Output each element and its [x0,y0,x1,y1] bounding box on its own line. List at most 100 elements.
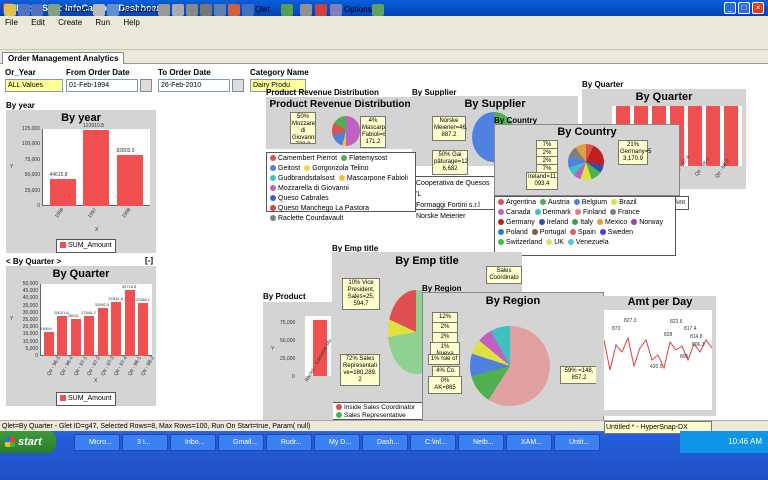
maximize-button[interactable]: □ [738,2,750,14]
menu-create[interactable]: Create [58,18,82,27]
legend-swatch [304,165,311,172]
taskbar-item[interactable]: 3 I... [122,434,168,451]
data-label: 82803.9 [116,148,135,154]
legend-swatch [531,229,538,236]
legend-entry: Sweden [599,228,634,238]
refresh-icon[interactable] [281,4,293,16]
legend-entry: UK [546,238,564,248]
or-year-select[interactable]: ALL Values [5,79,63,92]
paste-icon[interactable] [172,4,184,16]
qlet-icon[interactable] [242,4,254,16]
taskbar-item[interactable]: C:\inl... [410,434,456,451]
legend-label: Belgium [581,199,608,206]
legend-entry: Belgium [573,198,608,208]
taskbar-item[interactable]: Inbo... [170,434,216,451]
chart-annotation: Norske Meierier=46, 887.2 [432,116,468,141]
minimize-button[interactable]: _ [724,2,736,14]
data-label: 28021.6 [54,310,69,315]
product-rev-title: Product Revenue Distribution [269,99,411,110]
legend-label: Mozzarella di Giovanni [278,185,349,192]
by-country-title: By Country [557,126,617,138]
copy-icon[interactable] [158,4,170,16]
chart-annotation: Ireland=11, 093.4 [526,172,558,190]
legend-label: Finland [582,209,606,216]
qlet-button[interactable]: Qlet [255,5,270,14]
taskbar-item[interactable]: My D... [314,434,360,451]
legend-entry: Norske Meierier [416,213,466,220]
legend-swatch [270,195,276,202]
connect-icon[interactable] [48,4,60,16]
tick-label: 35,000 [22,302,38,309]
grid-icon[interactable] [214,4,226,16]
tab-order-management[interactable]: Order Management Analytics [2,52,125,64]
email-icon[interactable] [330,4,342,16]
options-button[interactable]: Options [344,5,372,14]
legend-label: Mexico [605,219,628,226]
chart-bar [724,106,738,166]
calendar-icon[interactable] [140,79,152,92]
from-date-input[interactable]: 01-Feb-1994 [66,79,138,92]
pdf-icon[interactable] [315,4,327,16]
menu-edit[interactable]: Edit [31,18,45,27]
by-quarter-right-title: By Quarter [635,91,693,103]
chart-annotation: Sales Coordinato [486,266,522,284]
legend-entry: Italy [572,218,593,228]
data-label: 814.8 [690,334,703,340]
taskbar-item[interactable]: Netb... [458,434,504,451]
calendar-icon[interactable] [232,79,244,92]
save-all-icon[interactable] [31,4,43,16]
export-icon[interactable] [300,4,312,16]
frame-icon[interactable] [200,4,212,16]
tick-label: 30,000 [22,309,38,316]
by-country-legend: Argentina Austria Belgium Brazil Canada Denma… [494,196,676,256]
legend-entry: Queso Manchego La Pastora [270,204,369,214]
expand-icon[interactable]: [-] [145,256,153,265]
cut-icon[interactable] [186,4,198,16]
by-year-legend: SUM_Amount [56,239,116,253]
legend-entry: Poland [498,228,528,238]
tick-label: 75,000 [24,156,40,163]
data-label: 45715.8 [121,284,137,289]
legend-label: Germany [506,219,535,226]
chart-bar [70,319,81,356]
data-label: 420.5 [650,364,663,370]
chart-icon[interactable] [228,4,240,16]
data-label: 828 [664,332,673,338]
legend-label: Inside Sales Coordinator [344,404,416,411]
clock: 10:46 AM [728,437,762,446]
legend-label: Sweden [607,229,634,236]
menu-file[interactable]: File [5,18,18,27]
tree-icon[interactable] [372,4,384,16]
by-quarter-xlabel: X [94,378,98,384]
chart-annotation: 21% Germany=5 3,170.9 [618,140,652,165]
dashboard-icon[interactable] [107,4,119,16]
legend-entry: Gorgonzola Telino [304,164,369,174]
close-button[interactable]: × [752,2,764,14]
taskbar-item[interactable]: Micro... [74,434,120,451]
taskbar-item[interactable]: Dash... [362,434,408,451]
legend-entry: Venezuela [567,238,609,248]
taskbar-item[interactable]: Gmail... [218,434,264,451]
connect-button[interactable]: Connect [61,5,91,14]
dashboard-button[interactable]: Dashboard [120,5,159,14]
legend-label: Fløtemysost [349,155,388,162]
legend-label: Poland [506,229,528,236]
legend-swatch [631,219,638,226]
to-date-input[interactable]: 26-Feb-2010 [158,79,230,92]
data-label: 817.4 [684,326,697,332]
menu-run[interactable]: Run [95,18,110,27]
legend-entry: Ireland [538,218,568,228]
taskbar-item[interactable]: XAM... [506,434,552,451]
save-icon[interactable] [18,4,30,16]
taskbar-item[interactable]: Untit... [554,434,600,451]
tick-label: 5,000 [25,345,38,352]
legend-entry: Formaggi Fortini s.r.l [416,202,480,209]
taskbar-item[interactable]: Rudr... [266,434,312,451]
new-icon[interactable] [93,4,105,16]
data-label: 32992.5 [94,302,110,307]
menu-help[interactable]: Help [123,18,139,27]
legend-entry: Norway [631,218,663,228]
menu-bar: File Edit Create Run Help [0,16,768,30]
open-folder-icon[interactable] [4,4,16,16]
chart-bar [83,130,109,206]
